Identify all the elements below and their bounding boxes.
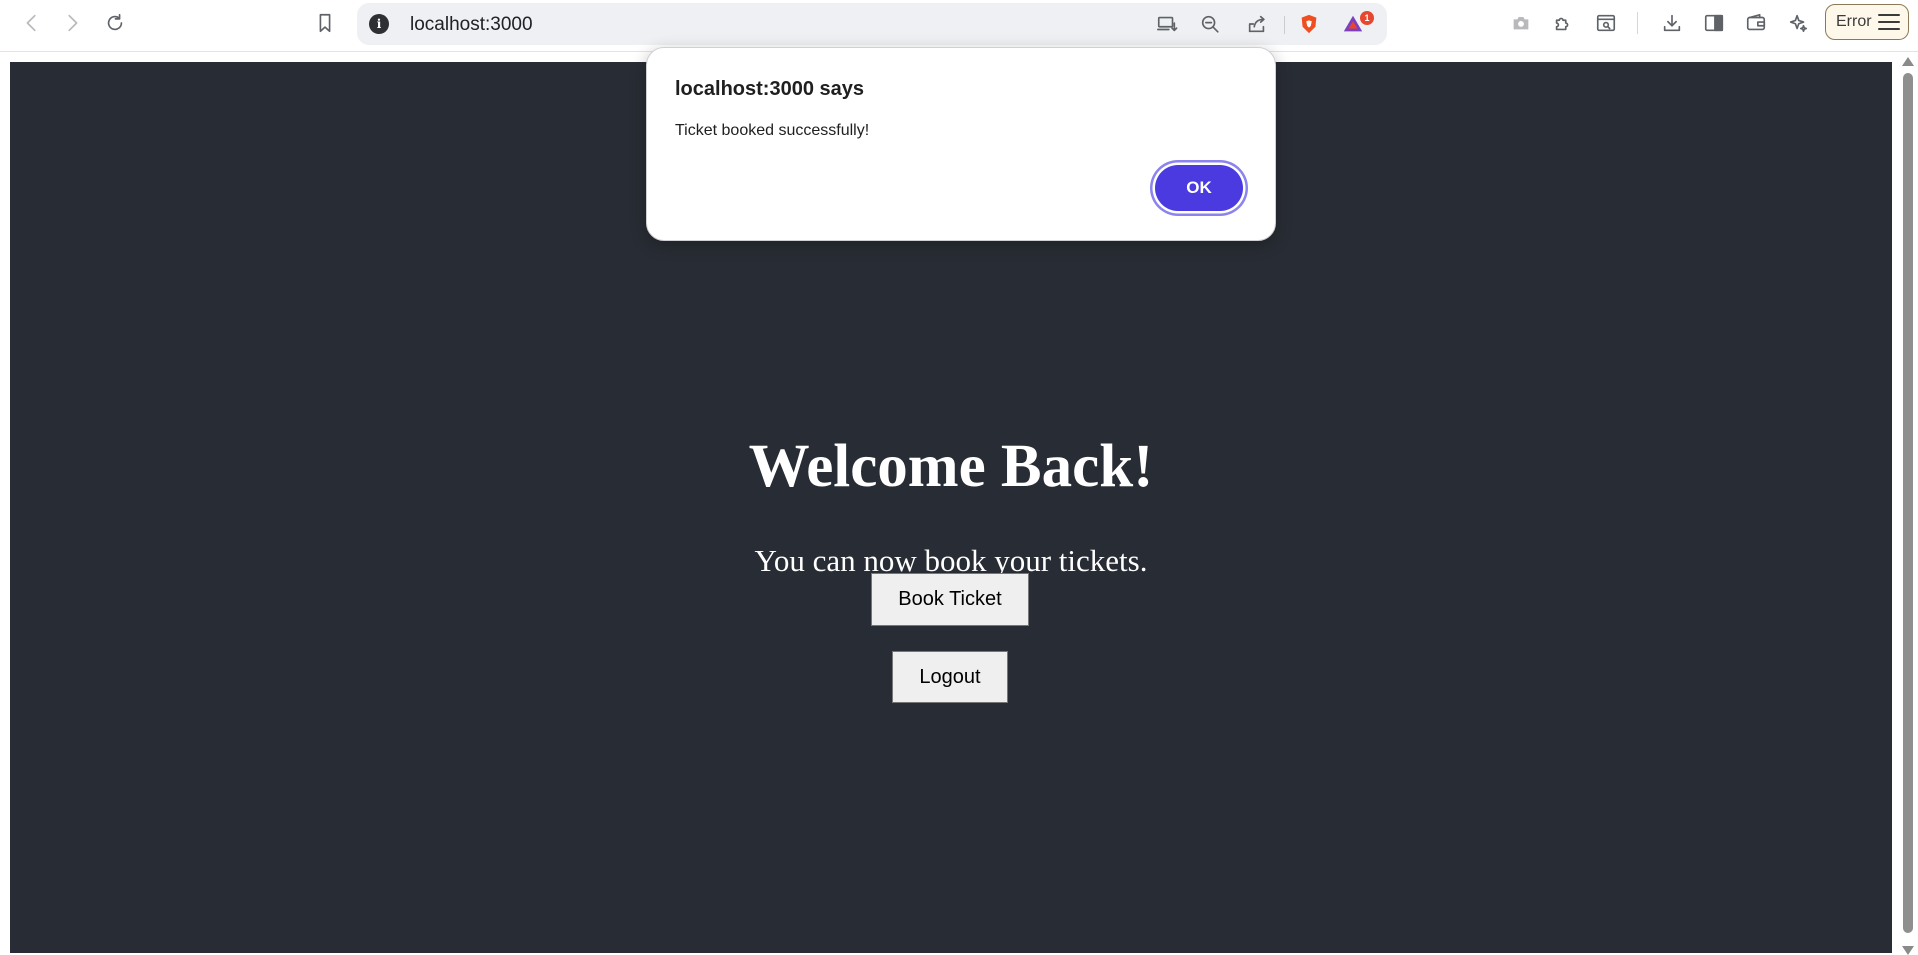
share-icon[interactable]	[1242, 9, 1272, 39]
install-app-icon[interactable]	[1152, 9, 1182, 39]
dialog-message: Ticket booked successfully!	[675, 122, 870, 139]
logout-button[interactable]: Logout	[892, 651, 1008, 703]
toolbar-divider	[1637, 12, 1638, 34]
alert-dialog: localhost:3000 says Ticket booked succes…	[646, 47, 1276, 241]
dialog-title: localhost:3000 says	[675, 78, 864, 100]
browser-toolbar: i localhost:3000 1 Error	[0, 0, 1918, 52]
brave-shields-icon[interactable]	[1294, 9, 1324, 39]
extensions-icon[interactable]	[1548, 8, 1578, 38]
download-icon[interactable]	[1657, 8, 1687, 38]
forward-icon[interactable]	[57, 8, 87, 38]
book-ticket-button[interactable]: Book Ticket	[871, 573, 1029, 626]
menu-icon	[1878, 14, 1900, 30]
welcome-heading: Welcome Back!	[748, 433, 1154, 500]
leo-ai-icon[interactable]	[1783, 8, 1813, 38]
error-label: Error	[1836, 13, 1872, 30]
page-scrollbar[interactable]	[1898, 57, 1918, 955]
reload-icon[interactable]	[100, 8, 130, 38]
scroll-thumb[interactable]	[1903, 73, 1913, 933]
address-bar-divider	[1284, 16, 1285, 34]
sidebar-icon[interactable]	[1699, 8, 1729, 38]
screenshot-icon[interactable]	[1506, 8, 1536, 38]
scroll-up-arrow-icon[interactable]	[1902, 57, 1914, 66]
zoom-out-icon[interactable]	[1195, 9, 1225, 39]
rewards-badge: 1	[1360, 11, 1374, 25]
bookmark-icon[interactable]	[310, 8, 340, 38]
url-text[interactable]: localhost:3000	[410, 14, 533, 36]
address-bar[interactable]: i localhost:3000 1	[357, 3, 1387, 45]
scroll-down-arrow-icon[interactable]	[1902, 946, 1914, 955]
site-info-icon[interactable]: i	[369, 14, 389, 34]
wallet-icon[interactable]	[1741, 8, 1771, 38]
back-icon[interactable]	[17, 8, 47, 38]
reader-mode-icon[interactable]	[1591, 8, 1621, 38]
error-menu-button[interactable]: Error	[1825, 4, 1909, 40]
ok-button[interactable]: OK	[1155, 165, 1243, 211]
